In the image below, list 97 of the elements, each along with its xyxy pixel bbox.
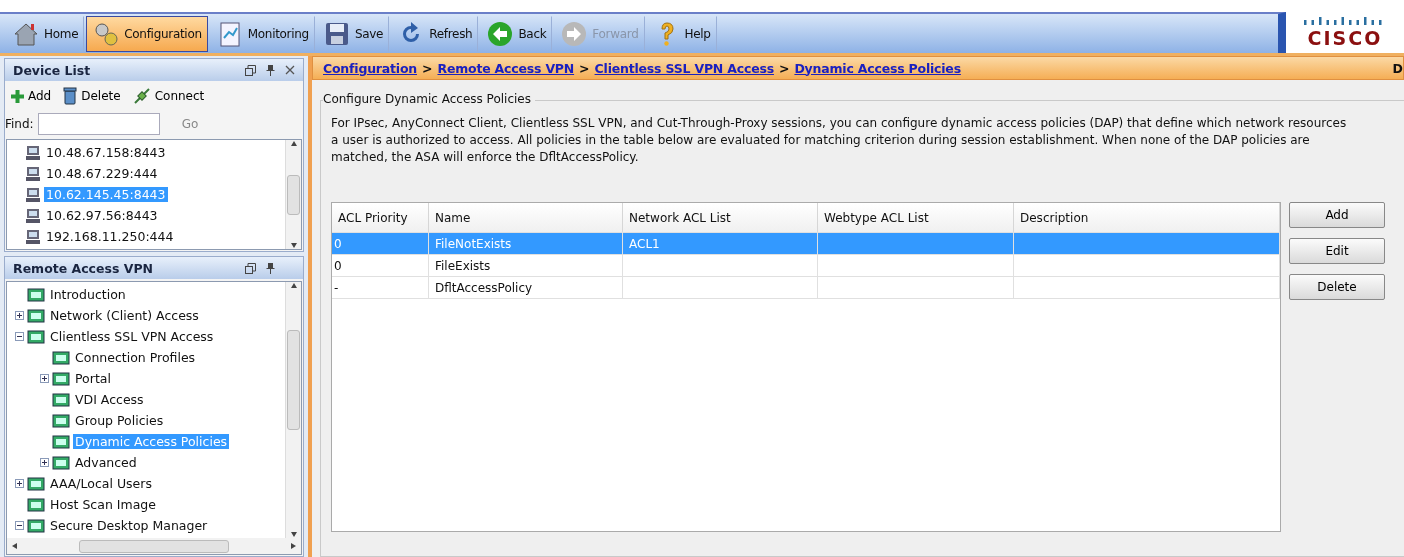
breadcrumb-link[interactable]: Clientless SSL VPN Access [594, 60, 774, 76]
breadcrumb-separator: > [422, 60, 433, 76]
table-cell: 0 [332, 233, 429, 254]
scroll-right-arrow-icon[interactable] [289, 542, 297, 550]
table-cell: FileNotExists [429, 233, 623, 254]
node-icon [27, 496, 45, 513]
computer-icon [25, 144, 41, 161]
description-text: For IPsec, AnyConnect Client, Clientless SSL VPN, and Cut-Through-Proxy sessions, you can configure dynamic access policies (DAP) that define which network resources a user is authorized to access. All policies in the table below are evaluated for matching criterion during session establishment. When none of the DAP policies are matched, the ASA will enforce the DfltAccessPolicy. [331, 115, 1348, 166]
scroll-up-arrow-icon[interactable] [289, 282, 298, 290]
toolbar-button[interactable]: Home [6, 15, 85, 52]
expand-toggle[interactable] [15, 479, 24, 488]
toolbar-button[interactable]: Back [480, 15, 553, 52]
find-field[interactable] [37, 113, 160, 135]
vertical-scrollbar[interactable] [285, 282, 301, 538]
side-button[interactable]: Edit [1289, 238, 1385, 264]
plug-icon [132, 87, 151, 105]
table-cell: FileExists [429, 255, 623, 276]
scroll-down-arrow-icon[interactable] [289, 530, 298, 538]
breadcrumb-link[interactable]: Remote Access VPN [437, 60, 575, 76]
computer-icon [25, 165, 41, 182]
table-row[interactable]: 0 FileExists [332, 255, 1280, 277]
tree-item[interactable]: Group Policies [73, 413, 166, 428]
breadcrumb-link[interactable]: Dynamic Access Policies [794, 60, 961, 76]
scroll-up-arrow-icon[interactable] [289, 140, 298, 148]
tree-item[interactable]: Advanced [73, 455, 139, 470]
logo-text: CISCO [1307, 26, 1383, 49]
cut-off-text: D [1392, 60, 1403, 76]
table-cell: 0 [332, 255, 429, 276]
tree-item[interactable]: VDI Access [73, 392, 146, 407]
restore-icon[interactable] [245, 262, 256, 274]
table-cell: - [332, 277, 429, 298]
node-icon [27, 328, 45, 345]
expand-toggle[interactable] [40, 458, 49, 467]
restore-icon[interactable] [245, 64, 256, 76]
collapse-toggle[interactable] [15, 521, 24, 530]
node-icon [27, 307, 45, 324]
tree-item[interactable]: Host Scan Image [48, 497, 158, 512]
side-button[interactable]: Add [1289, 202, 1385, 228]
breadcrumb-link[interactable]: Configuration [323, 60, 417, 76]
device-item[interactable]: 192.168.11.250:444 [44, 229, 176, 244]
expand-toggle[interactable] [40, 374, 49, 383]
find-label: Find: [5, 117, 34, 131]
node-icon [27, 517, 45, 534]
plus-icon [11, 89, 24, 103]
group-title: Configure Dynamic Access Policies [323, 92, 535, 106]
table-cell: DfltAccessPolicy [429, 277, 623, 298]
collapse-toggle[interactable] [15, 332, 24, 341]
tree-item[interactable]: Network (Client) Access [48, 308, 201, 323]
action-button[interactable]: Delete [63, 87, 121, 105]
trash-icon [63, 87, 78, 105]
pin-icon[interactable] [266, 262, 275, 274]
node-icon [52, 349, 70, 366]
toolbar-button[interactable]: Configuration [86, 15, 208, 52]
node-icon [27, 475, 45, 492]
device-item[interactable]: 10.62.97.56:8443 [44, 208, 160, 223]
table-row[interactable]: - DfltAccessPolicy [332, 277, 1280, 299]
tree-item[interactable]: Introduction [48, 287, 128, 302]
expand-toggle[interactable] [15, 311, 24, 320]
tree-item[interactable]: Clientless SSL VPN Access [48, 329, 216, 344]
toolbar-button[interactable]: Monitoring [209, 15, 315, 52]
column-header[interactable]: Webtype ACL List [818, 203, 1014, 232]
computer-icon [25, 228, 41, 245]
computer-icon [25, 207, 41, 224]
scroll-left-arrow-icon[interactable] [11, 542, 19, 550]
close-icon[interactable] [285, 65, 295, 75]
horizontal-scrollbar[interactable] [6, 538, 302, 555]
node-icon [52, 391, 70, 408]
action-button[interactable]: Connect [132, 87, 205, 105]
node-icon [52, 370, 70, 387]
tree-item[interactable]: AAA/Local Users [48, 476, 154, 491]
column-header[interactable]: Network ACL List [623, 203, 818, 232]
tree-item[interactable]: Secure Desktop Manager [48, 518, 210, 533]
column-header[interactable]: ACL Priority [332, 203, 429, 232]
panel-title: Remote Access VPN [13, 260, 154, 276]
pin-icon[interactable] [266, 64, 275, 76]
device-item[interactable]: 10.48.67.158:8443 [44, 145, 168, 160]
tree-item[interactable]: Portal [73, 371, 113, 386]
node-icon [27, 286, 45, 303]
toolbar-button[interactable]: Refresh [391, 15, 479, 52]
column-header[interactable]: Description [1014, 203, 1280, 232]
vertical-scrollbar[interactable] [285, 140, 301, 249]
toolbar-button[interactable]: Save [316, 15, 390, 52]
action-button[interactable]: Add [11, 87, 52, 105]
tree-item[interactable]: Connection Profiles [73, 350, 198, 365]
node-icon [52, 433, 70, 450]
computer-icon [25, 186, 41, 203]
node-icon [52, 454, 70, 471]
panel-title: Device List [13, 62, 91, 78]
device-item[interactable]: 10.48.67.229:444 [44, 166, 160, 181]
table-cell: ACL1 [623, 233, 818, 254]
breadcrumb-separator: > [778, 60, 790, 76]
node-icon [52, 412, 70, 429]
toolbar-button[interactable]: Help [646, 15, 717, 52]
side-button[interactable]: Delete [1289, 274, 1385, 300]
scroll-down-arrow-icon[interactable] [289, 241, 298, 249]
column-header[interactable]: Name [429, 203, 623, 232]
breadcrumb-separator: > [579, 60, 590, 76]
